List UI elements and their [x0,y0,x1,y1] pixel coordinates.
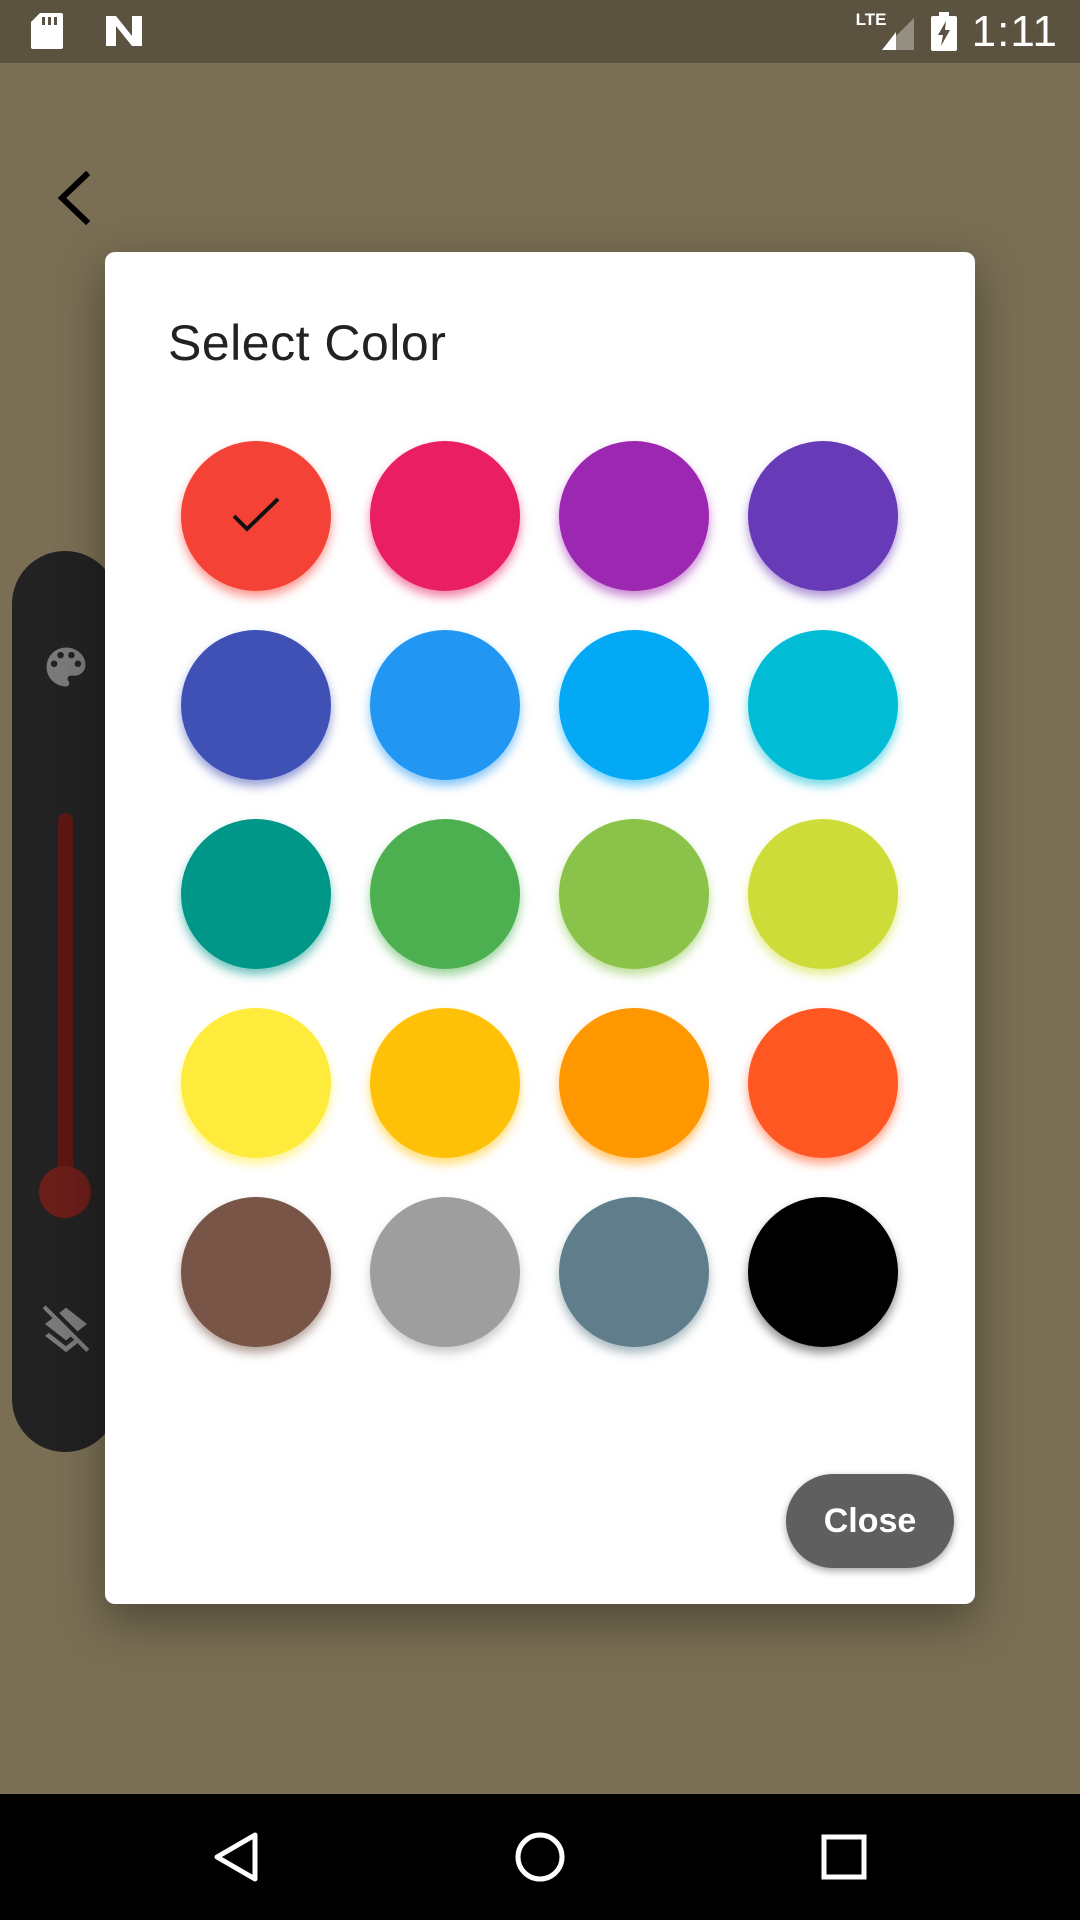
back-button[interactable] [40,163,110,233]
recents-square-icon [821,1834,867,1880]
color-swatch[interactable] [181,1197,331,1347]
nav-home-button[interactable] [510,1827,570,1887]
color-swatch[interactable] [181,630,331,780]
status-left-icons [30,12,144,50]
color-swatch-grid [181,441,898,1347]
color-swatch[interactable] [370,441,520,591]
color-swatch[interactable] [370,1197,520,1347]
status-time: 1:11 [971,6,1058,56]
color-swatch[interactable] [748,630,898,780]
color-swatch[interactable] [748,1197,898,1347]
chevron-left-icon [57,170,91,226]
select-color-dialog: Select Color Close [105,252,975,1604]
color-swatch[interactable] [559,1197,709,1347]
palette-icon [46,647,86,687]
color-swatch[interactable] [748,1008,898,1158]
color-swatch[interactable] [748,441,898,591]
selected-check-icon [232,497,280,532]
status-bar: LTE 1:11 [0,0,1080,63]
color-swatch[interactable] [370,630,520,780]
signal-icon: LTE [856,10,916,52]
brush-size-slider-thumb[interactable] [39,1166,91,1218]
color-swatch[interactable] [370,1008,520,1158]
color-swatch[interactable] [370,819,520,969]
battery-charging-icon [930,11,957,51]
color-swatch[interactable] [181,441,331,591]
palette-button[interactable] [40,641,92,693]
color-swatch[interactable] [559,630,709,780]
dialog-title: Select Color [168,315,447,371]
color-swatch[interactable] [559,1008,709,1158]
color-swatch[interactable] [748,819,898,969]
color-swatch[interactable] [559,819,709,969]
nav-recents-button[interactable] [814,1827,874,1887]
color-swatch[interactable] [181,1008,331,1158]
sd-card-icon [31,13,63,49]
status-right-icons: LTE 1:11 [856,0,1058,63]
home-circle-icon [515,1832,565,1882]
color-swatch[interactable] [181,819,331,969]
nav-back-button[interactable] [207,1827,267,1887]
layers-off-icon [42,1305,90,1353]
side-toolbar [12,551,118,1452]
layers-off-button[interactable] [38,1303,94,1359]
color-swatch[interactable] [559,441,709,591]
close-button[interactable]: Close [786,1474,954,1568]
brush-size-slider-track[interactable] [58,813,73,1187]
navigation-bar [0,1794,1080,1920]
n-logo-icon [106,16,142,46]
back-triangle-icon [214,1832,258,1882]
